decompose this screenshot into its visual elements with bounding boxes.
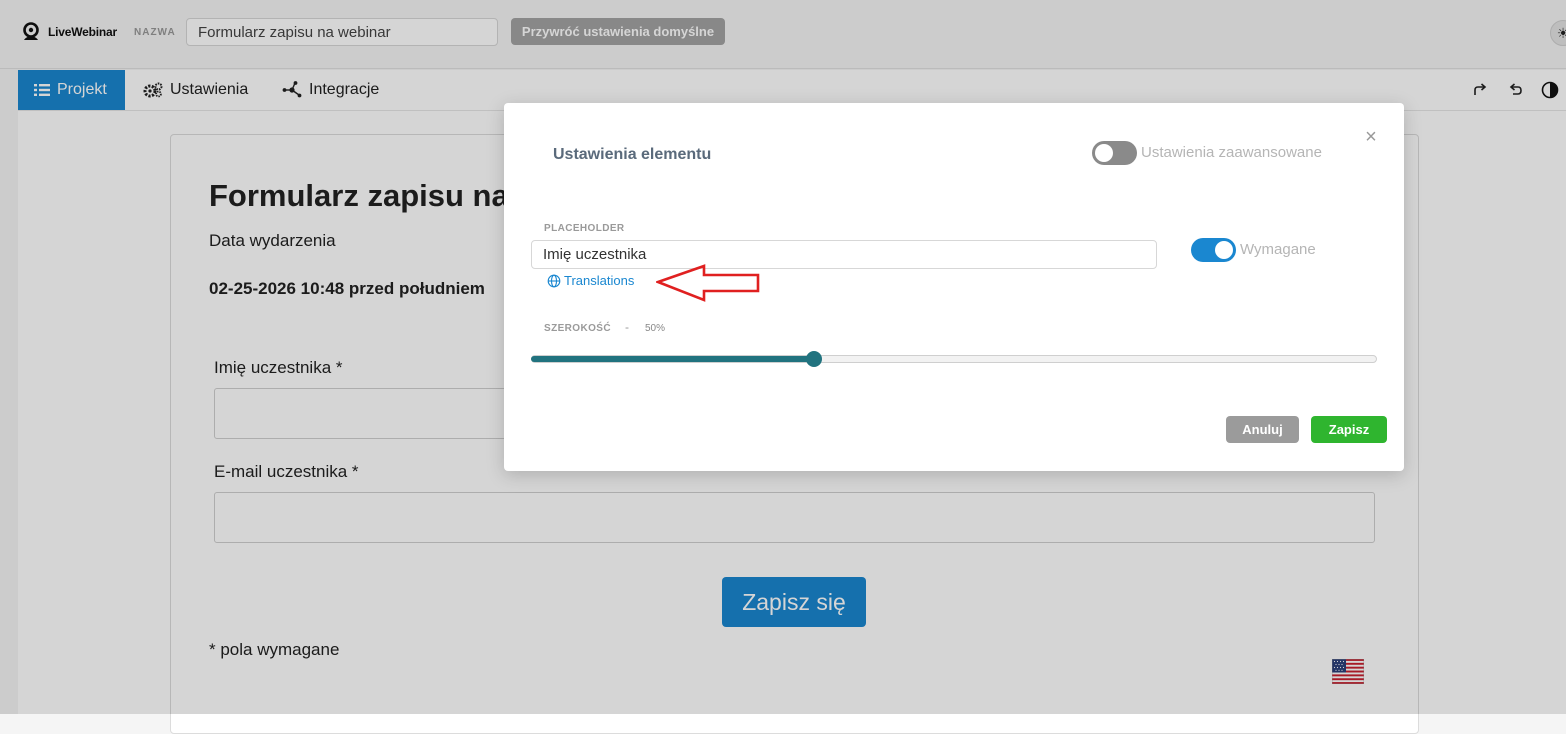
translations-link[interactable]: Translations [547, 273, 634, 288]
toggle-knob [1215, 241, 1233, 259]
cancel-button[interactable]: Anuluj [1226, 416, 1299, 443]
slider-fill [531, 356, 814, 362]
width-slider[interactable] [531, 351, 1377, 367]
red-arrow-annotation [656, 264, 760, 302]
width-label: SZEROKOŚĆ [544, 323, 611, 334]
element-settings-dialog: Ustawienia elementu Ustawienia zaawansow… [504, 103, 1404, 471]
globe-icon [547, 274, 561, 287]
required-label: Wymagane [1240, 241, 1316, 258]
placeholder-input[interactable] [531, 240, 1157, 269]
advanced-settings-toggle[interactable] [1092, 141, 1137, 165]
dialog-title: Ustawienia elementu [553, 146, 712, 163]
width-value: 50% [645, 323, 666, 334]
toggle-knob [1095, 144, 1113, 162]
required-toggle[interactable] [1191, 238, 1236, 262]
translations-link-label: Translations [564, 273, 635, 288]
slider-thumb[interactable] [806, 351, 822, 367]
save-button[interactable]: Zapisz [1311, 416, 1387, 443]
placeholder-label: PLACEHOLDER [544, 223, 625, 234]
advanced-settings-label: Ustawienia zaawansowane [1141, 144, 1322, 161]
width-dash: - [625, 320, 629, 334]
close-icon[interactable]: × [1361, 126, 1381, 148]
